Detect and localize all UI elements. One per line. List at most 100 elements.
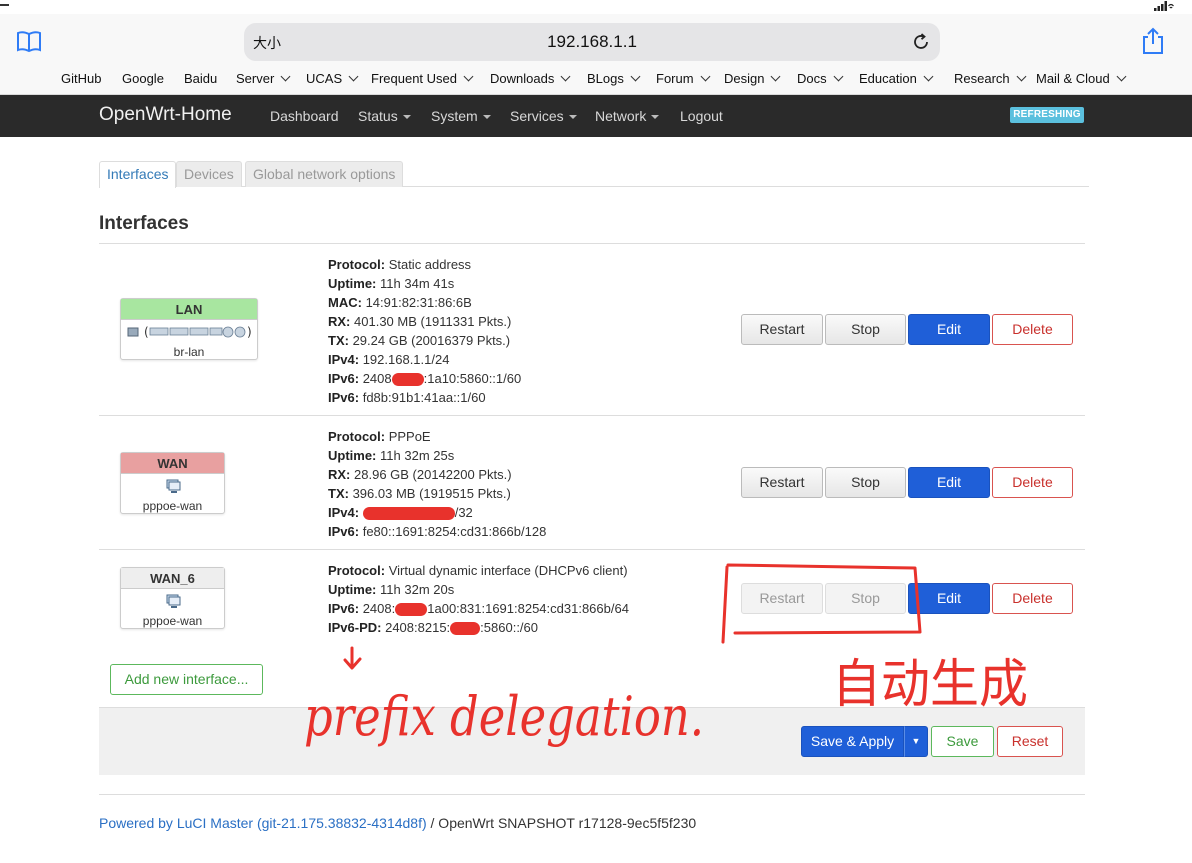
arrow-down-mark	[343, 646, 362, 670]
tab-devices[interactable]: Devices	[176, 161, 242, 187]
wan6-edit-button[interactable]: Edit	[908, 583, 990, 614]
status-dash	[0, 4, 9, 6]
divider	[99, 794, 1085, 795]
share-icon[interactable]	[1138, 26, 1168, 56]
nav-logout[interactable]: Logout	[680, 108, 723, 124]
interface-name: LAN	[121, 299, 257, 320]
interface-device: pppoe-wan	[142, 499, 203, 513]
brand-logo[interactable]: OpenWrt-Home	[99, 104, 232, 126]
luci-version-link[interactable]: Powered by LuCI Master (git-21.175.38832…	[99, 815, 427, 831]
bookmark-mail-cloud[interactable]: Mail & Cloud	[1036, 71, 1127, 86]
info-line: Uptime: 11h 34m 41s	[328, 274, 521, 293]
interface-badge-lan[interactable]: LAN ( ) br-lan	[120, 298, 258, 360]
bookmark-github[interactable]: GitHub	[61, 71, 101, 86]
wan-restart-button[interactable]: Restart	[741, 467, 823, 498]
interface-device: br-lan	[173, 345, 205, 359]
divider	[99, 415, 1085, 416]
info-key: IPv6:	[328, 390, 360, 405]
add-new-interface-button[interactable]: Add new interface...	[110, 664, 263, 695]
caret-down-icon	[568, 115, 577, 119]
chevron-down-icon	[560, 71, 571, 82]
info-value: 2408:8215:	[385, 620, 451, 635]
interface-device: pppoe-wan	[142, 614, 203, 628]
save-apply-button[interactable]: Save & Apply	[801, 726, 904, 757]
bookmark-ucas[interactable]: UCAS	[306, 71, 359, 86]
chevron-down-icon	[463, 71, 474, 82]
reload-icon[interactable]	[910, 31, 932, 53]
nav-label: Status	[358, 108, 398, 124]
info-line: IPv4: 192.168.1.1/24	[328, 350, 521, 369]
lan-edit-button[interactable]: Edit	[908, 314, 990, 345]
wan-edit-button[interactable]: Edit	[908, 467, 990, 498]
interface-badge-wan[interactable]: WAN pppoe-wan	[120, 452, 225, 514]
bookmark-google[interactable]: Google	[122, 71, 164, 86]
tab-global-network-options[interactable]: Global network options	[245, 161, 404, 187]
bookmark-design[interactable]: Design	[724, 71, 781, 86]
save-button[interactable]: Save	[931, 726, 994, 757]
info-key: Uptime:	[328, 276, 377, 291]
lan-delete-button[interactable]: Delete	[992, 314, 1073, 345]
bookmark-server[interactable]: Server	[236, 71, 291, 86]
nav-dashboard[interactable]: Dashboard	[270, 108, 339, 124]
bookmark-label: UCAS	[306, 71, 343, 86]
tab-interfaces[interactable]: Interfaces	[99, 161, 177, 188]
info-line: Protocol: Static address	[328, 255, 521, 274]
wan6-restart-button[interactable]: Restart	[741, 583, 823, 614]
wan-stop-button[interactable]: Stop	[825, 467, 906, 498]
info-line: MAC: 14:91:82:31:86:6B	[328, 293, 521, 312]
bookmark-frequent-used[interactable]: Frequent Used	[371, 71, 474, 86]
url-text[interactable]: 192.168.1.1	[244, 32, 940, 52]
nav-system[interactable]: System	[431, 108, 491, 124]
book-icon[interactable]	[14, 26, 44, 56]
bookmark-research[interactable]: Research	[954, 71, 1027, 86]
info-key: Protocol:	[328, 257, 386, 272]
bookmark-label: Mail & Cloud	[1036, 71, 1110, 86]
nav-status[interactable]: Status	[358, 108, 411, 124]
openwrt-version: / OpenWrt SNAPSHOT r17128-9ec5f5f230	[426, 815, 697, 831]
bookmark-label: Server	[236, 71, 275, 86]
handwritten-auto-generated: 自动生成	[832, 655, 1028, 715]
bookmark-forum[interactable]: Forum	[656, 71, 711, 86]
info-key: IPv4:	[328, 505, 360, 520]
reset-button[interactable]: Reset	[997, 726, 1063, 757]
bookmark-downloads[interactable]: Downloads	[490, 71, 571, 86]
bookmark-baidu[interactable]: Baidu	[184, 71, 217, 86]
info-key: IPv4:	[328, 352, 360, 367]
wan6-delete-button[interactable]: Delete	[992, 583, 1073, 614]
info-line: IPv6: 2408:1a10:5860::1/60	[328, 369, 521, 388]
powered-by: Powered by LuCI Master (git-21.175.38832…	[99, 815, 696, 831]
info-line: Protocol: Virtual dynamic interface (DHC…	[328, 561, 629, 580]
info-key: RX:	[328, 314, 351, 329]
chevron-down-icon	[771, 71, 781, 82]
interface-badge-wan6[interactable]: WAN_6 pppoe-wan	[120, 567, 225, 629]
caret-down-icon: ▼	[911, 736, 921, 746]
caret-down-icon	[482, 115, 491, 119]
save-apply-dropdown[interactable]: ▼	[904, 726, 928, 757]
lan-stop-button[interactable]: Stop	[825, 314, 906, 345]
bookmark-education[interactable]: Education	[859, 71, 934, 86]
svg-text:(: (	[144, 325, 149, 339]
divider	[99, 243, 1085, 244]
lan-restart-button[interactable]: Restart	[741, 314, 823, 345]
refreshing-badge[interactable]: REFRESHING	[1010, 107, 1084, 123]
nav-network[interactable]: Network	[595, 108, 660, 124]
redaction-mark	[391, 373, 424, 387]
info-value: 11h 32m 25s	[380, 448, 455, 463]
wan6-stop-button[interactable]: Stop	[825, 583, 906, 614]
info-value: 11h 32m 20s	[380, 582, 455, 597]
info-line: TX: 396.03 MB (1919515 Pkts.)	[328, 484, 546, 503]
info-line: Uptime: 11h 32m 25s	[328, 446, 546, 465]
info-value: 401.30 MB (1911331 Pkts.)	[354, 314, 512, 329]
info-key: Protocol:	[328, 429, 386, 444]
network-device-icon	[166, 594, 180, 608]
interface-name: WAN	[121, 453, 224, 474]
bookmark-docs[interactable]: Docs	[797, 71, 844, 86]
bookmark-label: Frequent Used	[371, 71, 457, 86]
nav-services[interactable]: Services	[510, 108, 577, 124]
info-value: 14:91:82:31:86:6B	[365, 295, 472, 310]
bookmark-label: Downloads	[490, 71, 555, 86]
bookmark-blogs[interactable]: BLogs	[587, 71, 641, 86]
wan-delete-button[interactable]: Delete	[992, 467, 1073, 498]
redaction-mark	[395, 603, 428, 617]
address-bar[interactable]: 大小 192.168.1.1	[244, 23, 940, 61]
